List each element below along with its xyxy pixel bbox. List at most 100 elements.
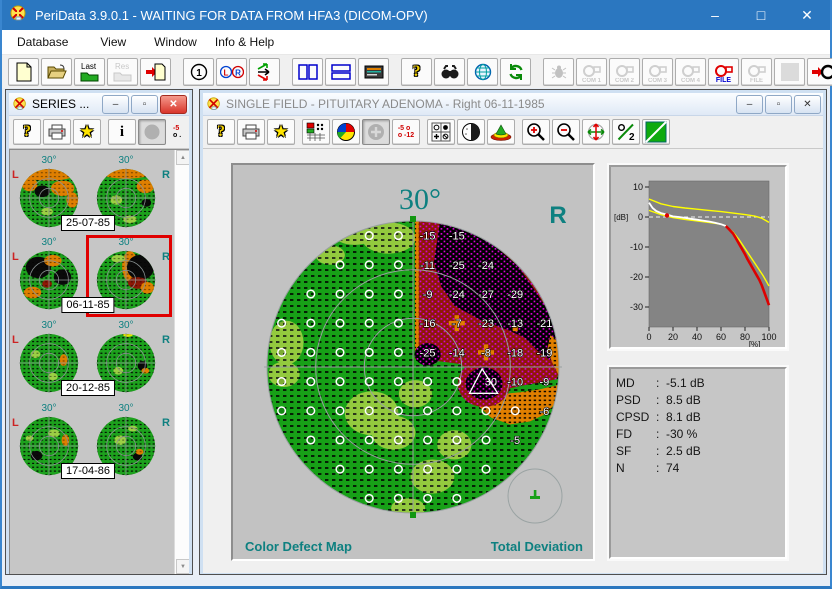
defect-value: -14: [449, 347, 465, 359]
menu-info-help[interactable]: Info & Help: [206, 35, 283, 49]
defect-value: -16: [420, 318, 436, 330]
sort-order-button[interactable]: [249, 58, 280, 86]
field-colormap-grid-button[interactable]: [302, 119, 330, 145]
refresh-button[interactable]: [500, 58, 531, 86]
open-file-button[interactable]: [41, 58, 72, 86]
transfer-button[interactable]: [807, 58, 832, 86]
blank-button: [774, 58, 805, 86]
scroll-up-icon: ▲: [180, 155, 186, 161]
defect-value: -7: [452, 318, 462, 330]
stat-row-md: MD:-5.1 dB: [616, 375, 780, 392]
bebie-red-dot: [665, 213, 669, 217]
series-restore-button[interactable]: ▫: [131, 95, 158, 114]
zoom-out-button[interactable]: [552, 119, 580, 145]
stat-value: 2.5 dB: [666, 443, 701, 460]
new-file-button[interactable]: [8, 58, 39, 86]
series-help-button[interactable]: ?: [13, 119, 41, 145]
thumb-degree-label: 30°: [95, 320, 157, 331]
scale-half-button[interactable]: 2: [612, 119, 640, 145]
normal-point-marker: [424, 495, 432, 503]
file-interface-button[interactable]: FILE: [708, 58, 739, 86]
menu-view[interactable]: View: [91, 35, 135, 49]
field-print-button[interactable]: [237, 119, 265, 145]
maximize-button[interactable]: □: [738, 0, 784, 30]
field-minimize-button[interactable]: –: [736, 95, 763, 114]
stat-colon: :: [656, 443, 666, 460]
single-exam-button[interactable]: 1: [183, 58, 214, 86]
normal-point-marker: [424, 378, 432, 386]
debug-button: [543, 58, 574, 86]
menu-window[interactable]: Window: [145, 35, 206, 49]
field-grayscale-map-button[interactable]: [457, 119, 485, 145]
close-icon: ✕: [801, 7, 813, 24]
defect-value: -9: [423, 289, 433, 301]
both-eyes-button[interactable]: LR: [216, 58, 247, 86]
stat-row-cpsd: CPSD:8.1 dB: [616, 409, 780, 426]
zoom-in-button[interactable]: [522, 119, 550, 145]
stat-colon: :: [656, 426, 666, 443]
minimize-icon: –: [747, 99, 753, 110]
defect-value: -21: [536, 318, 552, 330]
com3-label: COM 3: [643, 78, 672, 84]
bebie-ytick: 10: [633, 182, 643, 192]
field-restore-button[interactable]: ▫: [765, 95, 792, 114]
perimeter-device-icon: [581, 65, 603, 79]
tile-vertical-button[interactable]: [292, 58, 323, 86]
field-colorpie-button[interactable]: [332, 119, 360, 145]
series-value-mode-icon[interactable]: -5o .: [173, 125, 181, 139]
normal-point-marker: [336, 465, 344, 473]
exam-date-label[interactable]: 17-04-86: [61, 463, 115, 479]
menu-bar: Database View Window Info & Help: [2, 30, 830, 55]
field-table-symbols-button[interactable]: [427, 119, 455, 145]
series-symbolmap-button[interactable]: [138, 119, 166, 145]
exam-date-label[interactable]: 20-12-85: [61, 380, 115, 396]
series-info-button[interactable]: i: [108, 119, 136, 145]
minimize-button[interactable]: –: [692, 0, 738, 30]
web-button[interactable]: [467, 58, 498, 86]
help-button[interactable]: ?: [401, 58, 432, 86]
field-close-button[interactable]: ✕: [794, 95, 821, 114]
stat-row-fd: FD:-30 %: [616, 426, 780, 443]
series-scrollbar[interactable]: ▲ ▼: [174, 150, 189, 574]
search-button[interactable]: [434, 58, 465, 86]
normal-point-marker: [365, 349, 373, 357]
series-minimize-button[interactable]: –: [102, 95, 129, 114]
normal-point-marker: [365, 261, 373, 269]
scroll-up-button[interactable]: ▲: [176, 150, 189, 165]
field-help-button[interactable]: ?: [207, 119, 235, 145]
normal-point-marker: [278, 319, 286, 327]
diagonal-view-button[interactable]: [642, 119, 670, 145]
defect-value: -5: [510, 435, 520, 447]
normal-point-marker: [365, 319, 373, 327]
pan-button[interactable]: [582, 119, 610, 145]
series-close-button[interactable]: ✕: [160, 95, 187, 114]
normal-point-marker: [336, 436, 344, 444]
arrow-to-device-icon: [811, 63, 832, 81]
defect-value: -6: [540, 406, 550, 418]
open-last-exam-button[interactable]: Last: [74, 58, 105, 86]
visual-field-map[interactable]: 30° R -15-15-11-25-24-9-24-27-29-16-7-23…: [233, 165, 593, 559]
field-title-bar[interactable]: SINGLE FIELD - PITUITARY ADENOMA - Right…: [203, 93, 823, 116]
series-title-bar[interactable]: SERIES ... – ▫ ✕: [9, 93, 189, 116]
import-file-button[interactable]: [140, 58, 171, 86]
series-favorite-button[interactable]: ★: [73, 119, 101, 145]
series-print-button[interactable]: [43, 119, 71, 145]
stat-label: CPSD: [616, 409, 656, 426]
field-values-button[interactable]: -5 oo -12: [392, 119, 420, 145]
normal-point-marker: [307, 378, 315, 386]
close-button[interactable]: ✕: [784, 0, 830, 30]
tile-horizontal-button[interactable]: [325, 58, 356, 86]
minimize-icon: –: [711, 7, 719, 23]
exam-date-label[interactable]: 25-07-85: [61, 215, 115, 231]
com1-button: COM 1: [576, 58, 607, 86]
scroll-down-button[interactable]: ▼: [176, 559, 189, 574]
menu-database[interactable]: Database: [8, 35, 77, 49]
exam-date-label[interactable]: 06-11-85: [61, 297, 114, 313]
field-hill-of-vision-button[interactable]: [487, 119, 515, 145]
console-window-button[interactable]: [358, 58, 389, 86]
legend-normal-symbol: [530, 490, 540, 499]
bebie-xtick: 40: [692, 332, 702, 342]
field-favorite-button[interactable]: ★: [267, 119, 295, 145]
com3-button: COM 3: [642, 58, 673, 86]
values-icon: -5 oo -12: [398, 125, 414, 139]
